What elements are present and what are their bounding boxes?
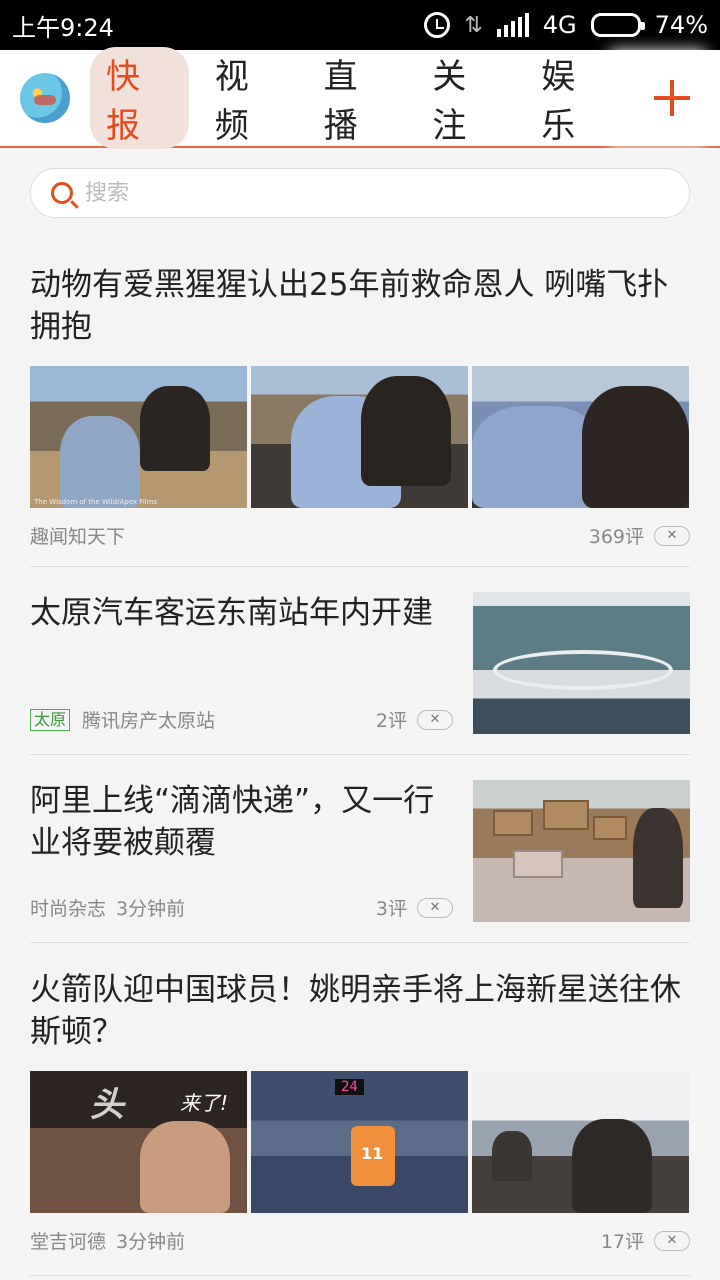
comment-count: 17评 [600,1231,644,1253]
article-source: 堂吉诃德 [30,1231,107,1253]
article-title[interactable]: 太原汽车客运东南站年内开建 [30,592,453,684]
article-time: 3分钟前 [116,898,186,920]
thumbnail-image[interactable] [251,366,468,508]
list-item[interactable]: 动物有爱黑猩猩认出25年前救命恩人 咧嘴飞扑拥抱 The Wisdom of t… [30,238,690,567]
location-tag[interactable]: 太原 [30,708,71,731]
status-time: 上午9:24 [12,13,114,42]
article-title[interactable]: 动物有爱黑猩猩认出25年前救命恩人 咧嘴飞扑拥抱 [30,264,690,348]
thumbnail-image[interactable] [473,592,690,734]
list-item[interactable]: 火箭队迎中国球员！姚明亲手将上海新星送往休斯顿？ 头 来了! 24 堂吉诃德 3… [30,943,690,1276]
thumbnail-row: The Wisdom of the Wild/Apex Films [30,366,690,508]
data-activity-icon: ⇅ [464,12,483,38]
avatar[interactable] [20,73,70,123]
thumbnail-image[interactable]: 24 [251,1071,468,1213]
news-feed: 动物有爱黑猩猩认出25年前救命恩人 咧嘴飞扑拥抱 The Wisdom of t… [30,238,690,1276]
image-watermark: The Wisdom of the Wild/Apex Films [34,498,158,506]
search-input[interactable] [85,180,645,206]
add-channel-button[interactable] [624,50,720,146]
scoreboard: 24 [335,1079,364,1095]
thumbnail-image[interactable] [472,366,689,508]
article-source: 趣闻知天下 [30,526,126,548]
article-meta: 太原 腾讯房产太原站 2评 ✕ [30,706,453,733]
tab-live[interactable]: 直播 [308,47,407,149]
battery-percent: 74% [654,11,708,39]
article-meta: 时尚杂志 3分钟前 3评 ✕ [30,894,453,921]
dismiss-button[interactable]: ✕ [417,897,453,918]
thumbnail-image[interactable] [472,1071,689,1213]
battery-icon [590,13,645,37]
dismiss-button[interactable]: ✕ [654,525,690,546]
thumbnail-image[interactable]: 头 来了! [30,1071,247,1213]
article-source: 时尚杂志 [30,898,107,920]
plus-icon [654,80,690,116]
channel-tab-bar: 快报 视频 直播 关注 娱乐 [0,47,720,149]
tab-video[interactable]: 视频 [199,47,298,149]
signal-icon [496,13,529,37]
list-item[interactable]: 阿里上线“滴滴快递”，又一行业将要被颠覆 时尚杂志 3分钟前 3评 ✕ [30,755,690,943]
thumbnail-row: 头 来了! 24 [30,1071,690,1213]
tab-kuaibao[interactable]: 快报 [90,47,189,149]
article-source: 腾讯房产太原站 [82,710,216,732]
list-item[interactable]: 太原汽车客运东南站年内开建 太原 腾讯房产太原站 2评 ✕ [30,567,690,755]
channel-tabs: 快报 视频 直播 关注 娱乐 [90,47,624,149]
search-icon [51,182,73,204]
status-bar: 上午9:24 ⇅ 4G 74% [0,0,720,50]
dismiss-button[interactable]: ✕ [417,709,453,730]
search-bar[interactable] [30,168,690,218]
tab-following[interactable]: 关注 [416,47,515,149]
thumbnail-image[interactable]: The Wisdom of the Wild/Apex Films [30,366,247,508]
dismiss-button[interactable]: ✕ [654,1230,690,1251]
article-meta: 趣闻知天下 369评 ✕ [30,522,690,549]
alarm-icon [424,12,451,38]
article-meta: 堂吉诃德 3分钟前 17评 ✕ [30,1227,690,1254]
network-type: 4G [542,11,577,39]
article-time: 3分钟前 [116,1231,186,1253]
status-icons: ⇅ 4G 74% [424,11,708,39]
comment-count: 2评 [375,710,407,732]
comment-count: 369评 [588,526,644,548]
article-title[interactable]: 阿里上线“滴滴快递”，又一行业将要被颠覆 [30,780,453,872]
tab-entertainment[interactable]: 娱乐 [525,47,624,149]
comment-count: 3评 [375,898,407,920]
article-title[interactable]: 火箭队迎中国球员！姚明亲手将上海新星送往休斯顿？ [30,969,690,1053]
thumbnail-image[interactable] [473,780,690,922]
image-overlay-subtext: 来了! [180,1091,229,1115]
image-overlay-text: 头 [90,1085,124,1125]
